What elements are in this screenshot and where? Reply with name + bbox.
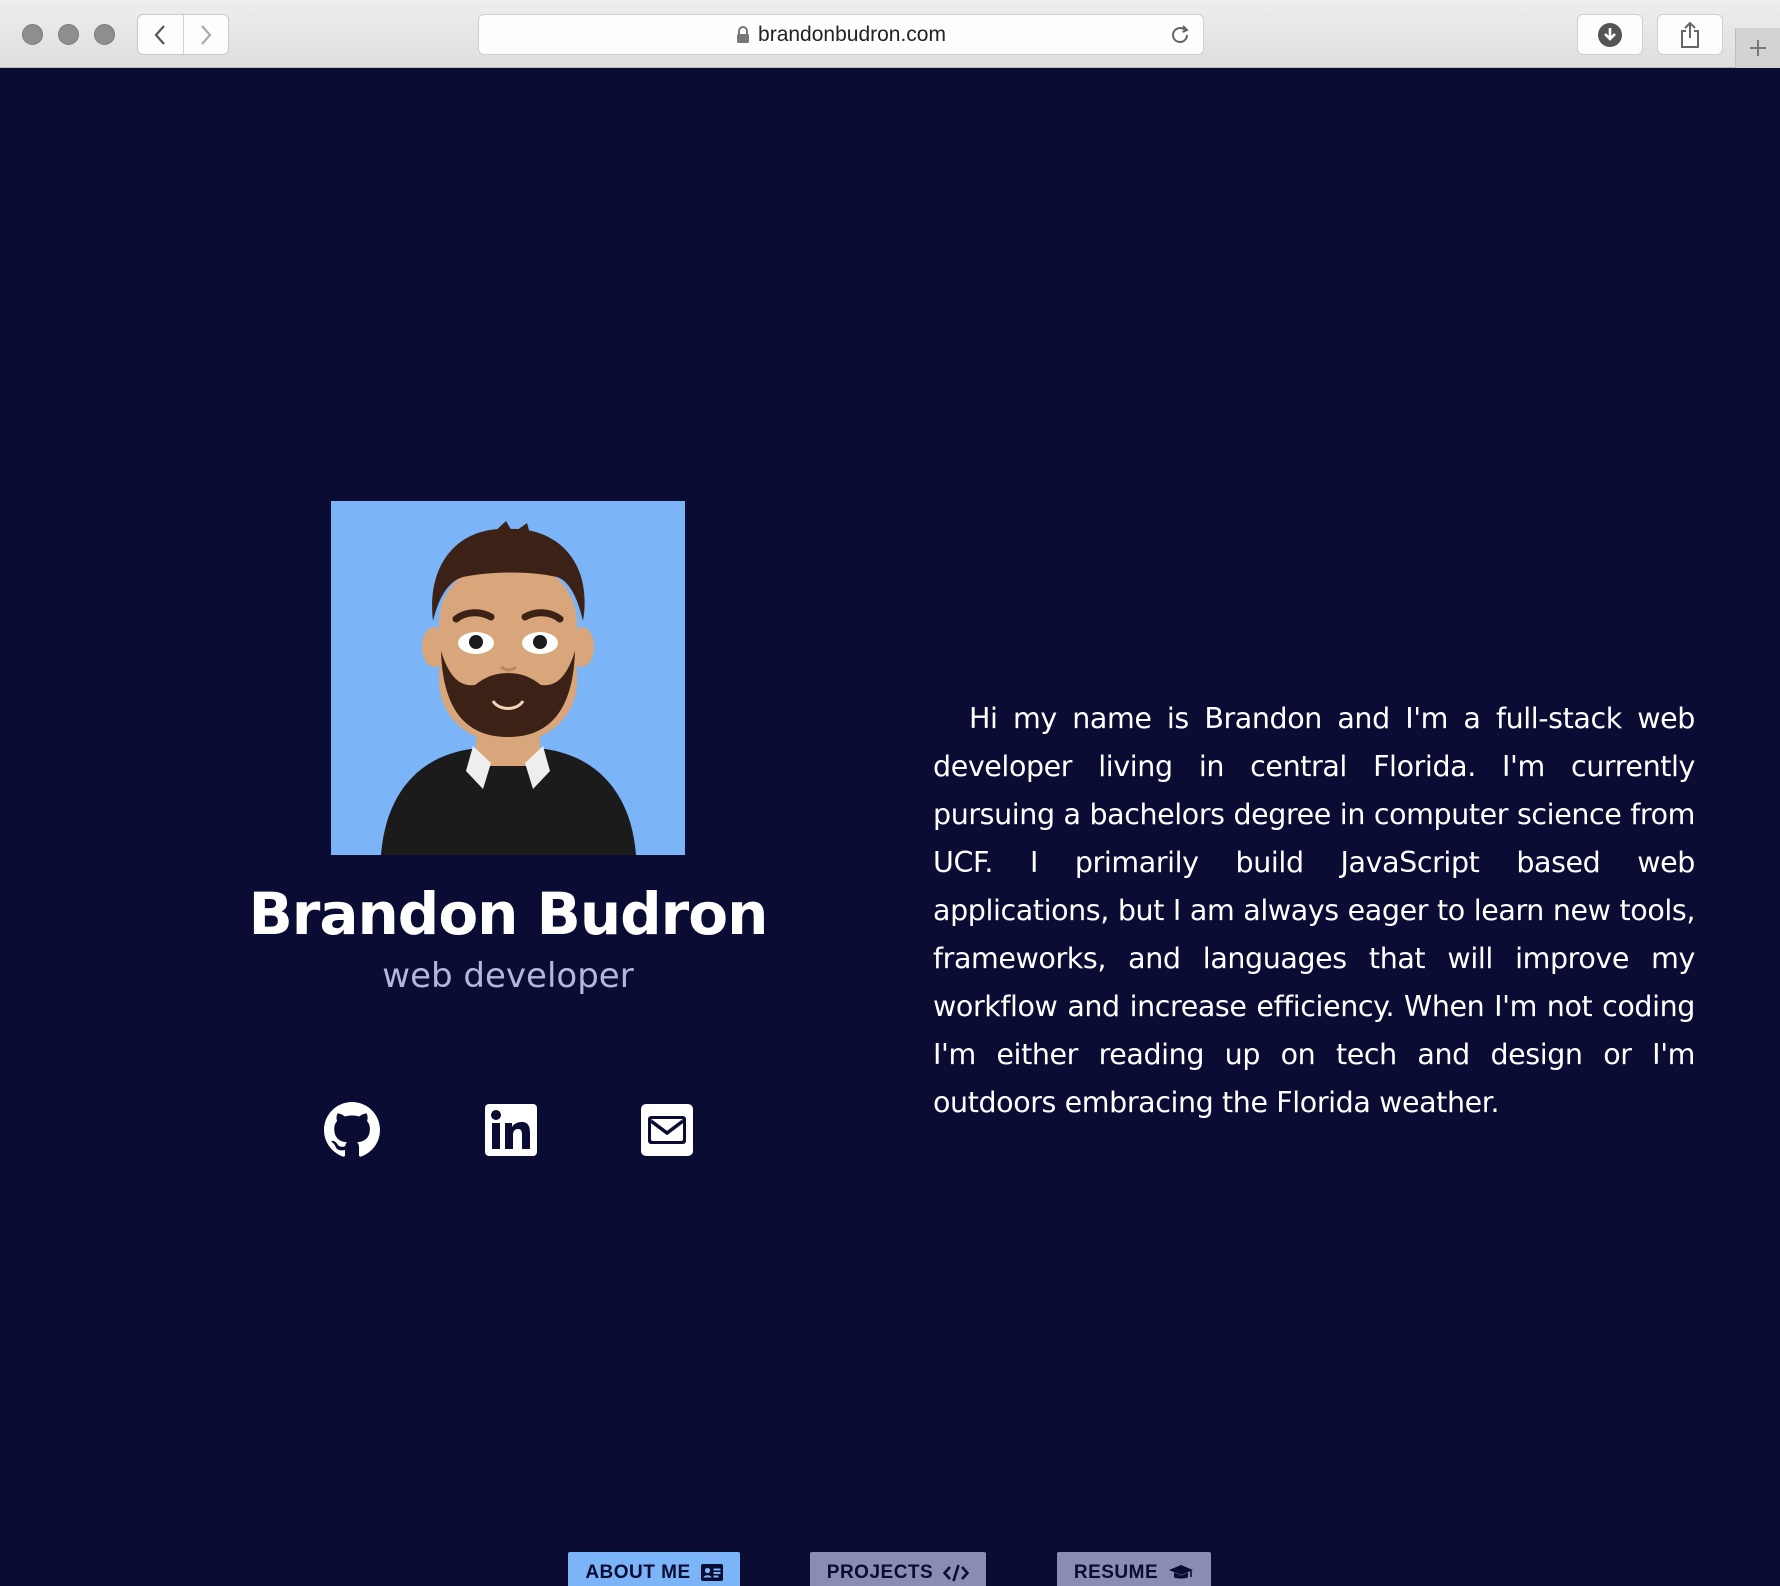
share-button[interactable] [1657, 14, 1723, 55]
url-text: brandonbudron.com [758, 22, 946, 46]
minimize-window-button[interactable] [58, 24, 79, 45]
code-icon [943, 1564, 970, 1581]
resume-button[interactable]: RESUME [1057, 1552, 1211, 1586]
about-me-label: ABOUT ME [585, 1561, 691, 1583]
github-icon [324, 1102, 380, 1157]
resume-label: RESUME [1073, 1561, 1159, 1583]
graduation-cap-icon [1169, 1564, 1194, 1578]
new-tab-button[interactable] [1735, 28, 1780, 68]
address-bar[interactable]: brandonbudron.com [478, 14, 1204, 55]
page-content: Brandon Budron web developer Hi my name … [0, 68, 1780, 1586]
chevron-right-icon [200, 24, 212, 45]
id-card-icon [700, 1564, 723, 1581]
browser-toolbar: brandonbudron.com [0, 0, 1780, 68]
plus-icon [1750, 40, 1766, 56]
downloads-button[interactable] [1577, 14, 1643, 55]
email-link[interactable] [637, 1102, 697, 1158]
about-me-button[interactable]: ABOUT ME [568, 1552, 740, 1586]
lock-icon [737, 25, 750, 43]
avatar [331, 501, 685, 855]
close-window-button[interactable] [22, 24, 43, 45]
avatar-illustration [381, 521, 636, 855]
zoom-window-button[interactable] [94, 24, 115, 45]
reload-icon[interactable] [1169, 24, 1191, 46]
back-button[interactable] [138, 15, 183, 54]
linkedin-icon [485, 1104, 537, 1156]
projects-label: PROJECTS [826, 1561, 934, 1583]
email-icon [641, 1104, 693, 1156]
download-icon [1598, 22, 1622, 47]
github-link[interactable] [322, 1102, 382, 1158]
projects-button[interactable]: PROJECTS [810, 1552, 986, 1586]
bio-paragraph: Hi my name is Brandon and I'm a full-sta… [933, 701, 1695, 1119]
chevron-left-icon [154, 24, 166, 45]
profile-name: Brandon Budron [248, 880, 769, 948]
forward-button[interactable] [182, 15, 229, 54]
share-icon [1681, 21, 1699, 48]
profile-title: web developer [382, 956, 634, 996]
linkedin-link[interactable] [481, 1102, 541, 1158]
history-nav [137, 14, 229, 55]
